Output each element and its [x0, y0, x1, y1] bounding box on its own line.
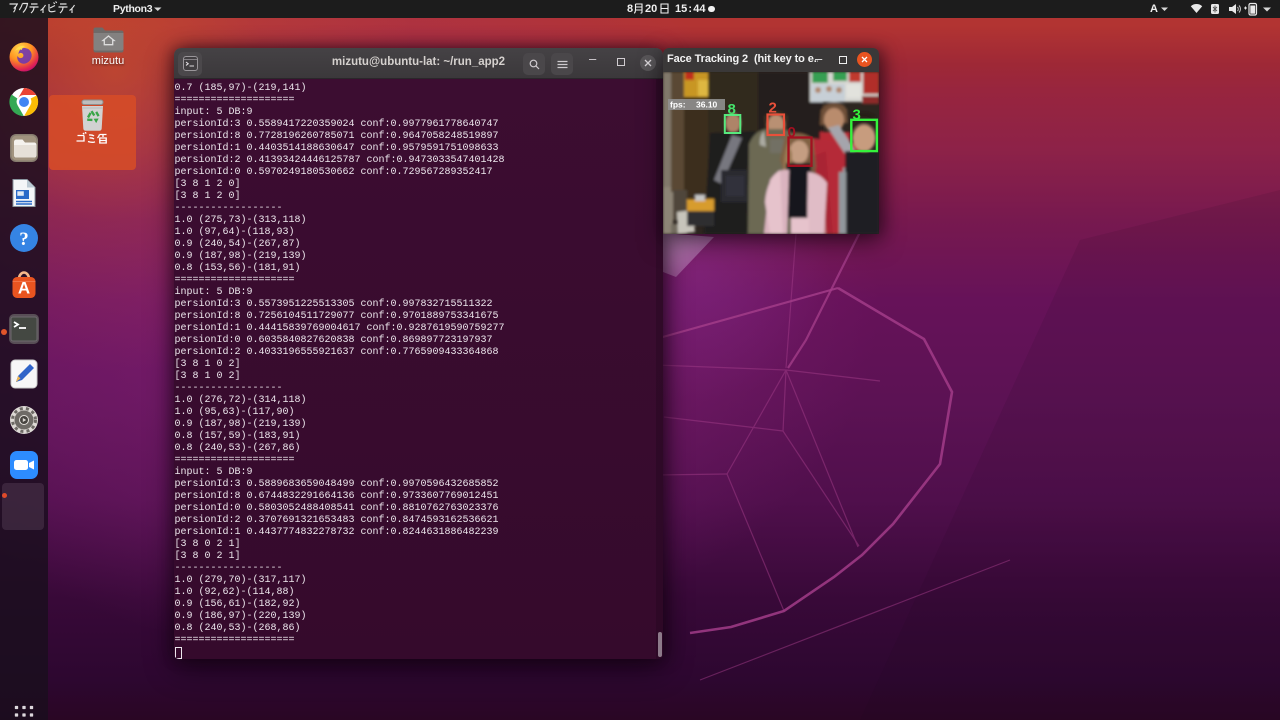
svg-text:8: 8: [728, 101, 736, 118]
svg-text:0: 0: [788, 124, 796, 141]
svg-text:A: A: [18, 279, 30, 298]
svg-text:2: 2: [769, 100, 777, 117]
svg-text:?: ?: [19, 229, 29, 250]
svg-text:36.10: 36.10: [696, 100, 718, 110]
svg-text:3: 3: [853, 107, 861, 124]
svg-text:fps:: fps:: [670, 100, 686, 110]
